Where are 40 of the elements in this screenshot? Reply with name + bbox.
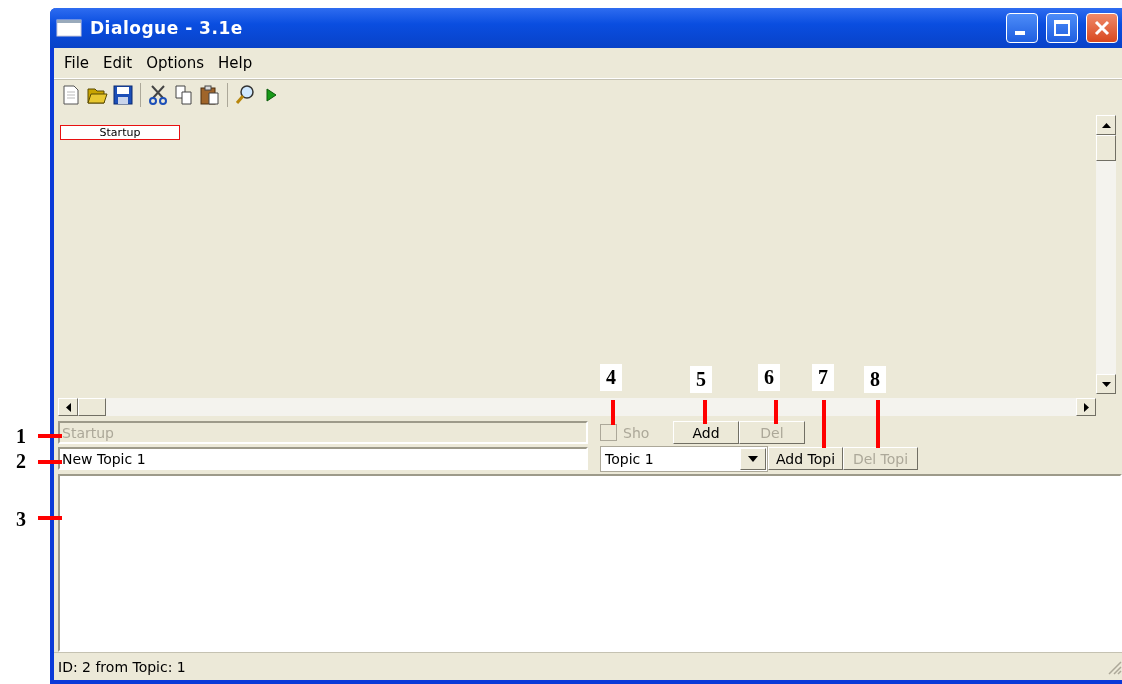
right-arrow-icon[interactable] [1083,402,1089,412]
scroll-thumb[interactable] [1096,135,1116,161]
menu-item[interactable]: Help [212,52,259,74]
checkbox-label: Sho [623,424,651,441]
close-icon [1093,19,1111,37]
menu-item[interactable]: Edit [97,52,139,74]
vertical-scrollbar[interactable] [1096,115,1116,394]
add-button[interactable]: Add [673,421,739,444]
minimize-button[interactable] [1006,13,1038,43]
search-icon[interactable] [234,84,256,106]
annotation-number: 6 [758,364,780,391]
status-text: ID: 2 from Topic: 1 [58,658,186,675]
resize-grip-icon[interactable] [1106,658,1122,675]
maximize-icon [1053,19,1071,37]
close-button[interactable] [1086,13,1118,43]
down-arrow-icon[interactable] [1101,381,1111,387]
caret-icon[interactable] [748,455,758,462]
new-file-icon[interactable] [60,84,82,106]
topic-name-field[interactable]: New Topic 1 [58,447,588,470]
scroll-thumb[interactable] [78,398,106,416]
window-icon [56,19,82,37]
window-title: Dialogue - 3.1e [90,18,244,38]
save-icon[interactable] [112,84,134,106]
menu-item[interactable]: Options [140,52,211,74]
annotation-number: 5 [690,366,712,393]
annotation-number: 7 [812,364,834,391]
annotation-number: 4 [600,364,622,391]
annotation-number: 8 [864,366,886,393]
minimize-icon [1015,31,1025,35]
topic-dropdown[interactable]: Topic 1 [600,445,768,472]
left-arrow-icon[interactable] [65,402,71,412]
horizontal-scrollbar[interactable] [58,398,1096,416]
dialogue-node[interactable]: Startup [60,125,180,140]
up-arrow-icon[interactable] [1101,122,1111,128]
scissors-icon[interactable] [147,84,169,106]
copy-icon[interactable] [173,84,195,106]
maximize-button[interactable] [1046,13,1078,43]
menu-item[interactable]: File [58,52,96,74]
paste-icon[interactable] [199,84,221,106]
add-topic-button[interactable]: Add Topi [768,447,843,470]
